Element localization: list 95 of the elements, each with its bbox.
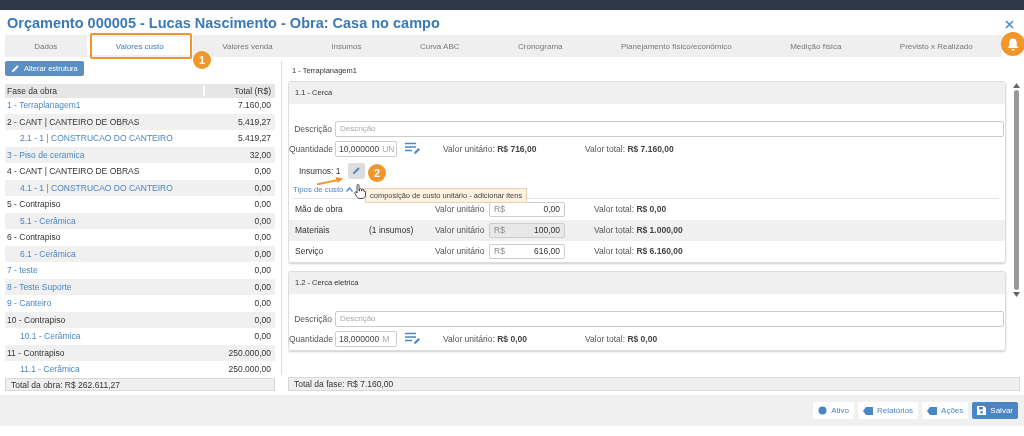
table-cell-text: 0,00 <box>253 182 272 193</box>
table-cell-text: 0,00 <box>253 281 272 292</box>
table-cell-text: 0,00 <box>253 199 272 210</box>
phase-link[interactable]: 8 - Teste Suporte <box>5 281 205 292</box>
description-field[interactable]: Descrição <box>335 120 1004 137</box>
pencil-icon <box>351 166 361 176</box>
column-header: Fase da obra <box>6 85 59 96</box>
footer-button[interactable]: Ações <box>922 402 969 419</box>
phase-link[interactable]: 7 - teste <box>5 265 205 276</box>
phase-link[interactable]: 4.1 - 1 | CONSTRUCAO DO CANTEIRO <box>5 182 205 193</box>
tab[interactable]: Curva ABC <box>390 35 489 57</box>
field-label: Valor unitário <box>435 204 486 215</box>
quantity-field[interactable]: 18,000000 M <box>335 330 397 347</box>
pointer-arrow <box>316 176 344 185</box>
total-value: Valor total: R$ 6.160,00 <box>594 246 683 257</box>
cost-type-name: Mão de obra <box>295 204 344 215</box>
tab[interactable]: Dados <box>5 35 87 57</box>
pencil-icon <box>11 63 20 73</box>
table-cell-text: 250.000,00 <box>227 347 272 358</box>
table-cell-text: 0,00 <box>253 232 272 243</box>
phase-link[interactable]: 9 - Canteiro <box>5 298 205 309</box>
phase-name: 11 - Contrapiso <box>6 347 66 358</box>
cost-type-name: Serviço <box>295 246 325 257</box>
total-value: Valor total: R$ 7.160,00 <box>585 143 675 154</box>
total-value: Valor total: R$ 0,00 <box>594 204 667 215</box>
step-marker: 2 <box>368 164 386 182</box>
hand-cursor-icon <box>354 184 366 199</box>
unit-price: Valor unitário: R$ 716,00 <box>443 143 538 154</box>
description-field[interactable]: Descrição <box>335 310 1004 327</box>
phase-link[interactable]: 2.1 - 1 | CONSTRUCAO DO CANTEIRO <box>5 133 205 144</box>
phase-name: 2 - CANT | CANTEIRO DE OBRAS <box>6 116 141 127</box>
unit-price-field[interactable]: R$ 0,00 <box>489 201 565 217</box>
notification-button[interactable] <box>1001 32 1024 56</box>
field-label: Quantidade <box>289 143 334 154</box>
total-value: Valor total: R$ 0,00 <box>585 333 659 344</box>
column-header: Total (R$) <box>203 85 275 96</box>
bell-icon <box>1007 37 1019 51</box>
table-cell-text: 0,00 <box>253 166 272 177</box>
phase-link[interactable]: 5.1 - Cerâmica <box>5 215 205 226</box>
insumos-note: (1 insumos) <box>369 225 414 236</box>
total-value: Valor total: R$ 1.000,00 <box>594 225 683 236</box>
footer-button[interactable]: Relatórios <box>858 402 919 419</box>
scroll-up-icon[interactable] <box>1012 82 1020 88</box>
unit-price-field[interactable]: R$ 616,00 <box>489 243 565 259</box>
table-cell-text: 0,00 <box>253 298 272 309</box>
table-cell-text: 5.419,27 <box>236 133 272 144</box>
tag-icon <box>863 406 874 415</box>
footer-button[interactable]: Ativo <box>813 402 855 419</box>
tab[interactable]: Cronograma <box>488 35 592 57</box>
phase-name: 4 - CANT | CANTEIRO DE OBRAS <box>6 166 141 177</box>
phase-link[interactable]: 1 - Terraplanagem1 <box>5 100 205 111</box>
phase-name: 5 - Contrapiso <box>6 199 62 210</box>
table-cell-text: 7.160,00 <box>236 100 272 111</box>
table-cell-text: 0,00 <box>253 314 272 325</box>
table-cell-text: 0,00 <box>253 248 272 259</box>
phase-name: 6 - Contrapiso <box>6 232 62 243</box>
window-title: Orçamento 000005 - Lucas Nascimento - Obra: Casa no campo <box>7 14 440 31</box>
close-icon[interactable] <box>1005 19 1014 29</box>
table-cell-text: 0,00 <box>253 265 272 276</box>
table-cell-text: 0,00 <box>253 331 272 342</box>
table-cell-text: 32,00 <box>248 149 272 160</box>
scroll-down-icon[interactable] <box>1012 291 1020 297</box>
quantity-field[interactable]: 10,000000 UN <box>335 140 397 157</box>
field-label: Quantidade <box>289 333 334 344</box>
list-edit-icon[interactable] <box>405 332 421 346</box>
table-cell-text: 250.000,00 <box>227 364 272 375</box>
total-bar: Total da obra: R$ 262.611,27 <box>5 378 275 391</box>
table-cell-text: 5.419,27 <box>236 116 272 127</box>
tab[interactable]: Planejamento físico/econômico <box>591 35 761 57</box>
circle-icon <box>818 406 828 415</box>
tab[interactable]: Medição física <box>760 35 871 57</box>
caret-icon[interactable] <box>346 187 354 193</box>
total-bar: Total da fase: R$ 7.160,00 <box>288 377 1020 391</box>
phase-name: 10 - Contrapiso <box>6 314 67 325</box>
unit-price: Valor unitário: R$ 0,00 <box>443 333 528 344</box>
field-label: Valor unitário <box>435 225 486 236</box>
tab[interactable]: Previsto x Realizado <box>870 35 1002 57</box>
phase-link[interactable]: 6.1 - Cerâmica <box>5 248 205 259</box>
phase-link[interactable]: 3 - Piso de ceramica <box>5 149 205 160</box>
field-label: Descrição <box>293 123 333 134</box>
tab[interactable]: Valores custo <box>86 37 193 55</box>
table-cell-text: 0,00 <box>253 215 272 226</box>
field-label: Descrição <box>293 313 333 324</box>
tab[interactable]: Insumos <box>302 35 391 57</box>
cost-type-name: Materiais <box>295 225 331 236</box>
field-label: Valor unitário <box>435 246 486 257</box>
phase-link[interactable]: 10.1 - Cerâmica <box>5 331 205 342</box>
insumos-count: Insumos: 1 <box>299 165 341 176</box>
step-marker: 1 <box>193 51 211 69</box>
phase-link[interactable]: 11.1 - Cerâmica <box>5 364 205 375</box>
list-edit-icon[interactable] <box>405 142 421 156</box>
edit-button[interactable] <box>347 162 365 179</box>
save-icon <box>977 406 987 415</box>
save-button[interactable]: Salvar <box>972 402 1018 419</box>
tag-icon <box>927 406 938 415</box>
